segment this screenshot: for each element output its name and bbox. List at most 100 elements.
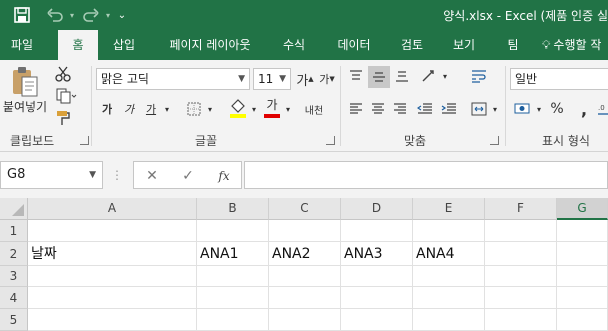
redo-icon[interactable] bbox=[80, 5, 102, 25]
cell-c5[interactable] bbox=[269, 309, 341, 331]
enter-button[interactable]: ✓ bbox=[176, 165, 200, 187]
undo-dropdown-icon[interactable]: ▾ bbox=[66, 5, 78, 25]
row-header-3[interactable]: 3 bbox=[0, 266, 28, 287]
insert-function-button[interactable]: fx bbox=[212, 165, 236, 187]
align-left-icon[interactable] bbox=[346, 98, 366, 120]
cell-f2[interactable] bbox=[485, 242, 557, 266]
fill-color-dropdown-icon[interactable]: ▾ bbox=[248, 98, 260, 120]
grow-font-button[interactable]: 가 ▲ bbox=[296, 69, 314, 89]
cell-c1[interactable] bbox=[269, 220, 341, 242]
align-top-icon[interactable] bbox=[346, 66, 366, 86]
align-middle-icon[interactable] bbox=[368, 66, 390, 88]
cell-e3[interactable] bbox=[413, 266, 485, 287]
cell-g1[interactable] bbox=[557, 220, 608, 242]
number-format-dropdown[interactable]: 일반 bbox=[510, 68, 608, 90]
row-header-4[interactable]: 4 bbox=[0, 287, 28, 309]
font-color-button[interactable]: 가 bbox=[262, 96, 282, 120]
cell-a5[interactable] bbox=[28, 309, 197, 331]
column-header-c[interactable]: C bbox=[269, 198, 341, 220]
orientation-dropdown-icon[interactable]: ▾ bbox=[440, 66, 450, 86]
tab-team[interactable]: 팀 bbox=[498, 30, 528, 60]
cell-c2[interactable]: ANA2 bbox=[269, 242, 341, 266]
save-icon[interactable] bbox=[10, 5, 34, 25]
paste-icon[interactable] bbox=[8, 64, 42, 100]
tab-view[interactable]: 보기 bbox=[446, 30, 482, 60]
align-center-icon[interactable] bbox=[368, 98, 388, 120]
merge-dropdown-icon[interactable]: ▾ bbox=[490, 98, 500, 120]
cell-d3[interactable] bbox=[341, 266, 413, 287]
alignment-launcher-icon[interactable] bbox=[490, 136, 499, 145]
tab-insert[interactable]: 삽입 bbox=[104, 30, 144, 60]
cell-f4[interactable] bbox=[485, 287, 557, 309]
cell-g3[interactable] bbox=[557, 266, 608, 287]
underline-button[interactable]: 가 bbox=[142, 98, 160, 120]
cell-e1[interactable] bbox=[413, 220, 485, 242]
phonetic-button[interactable]: 내천 bbox=[302, 98, 326, 120]
cut-icon[interactable] bbox=[52, 64, 74, 84]
align-right-icon[interactable] bbox=[390, 98, 410, 120]
paste-button[interactable]: 붙여넣기 bbox=[0, 98, 50, 114]
undo-icon[interactable] bbox=[44, 5, 66, 25]
redo-dropdown-icon[interactable]: ▾ bbox=[102, 5, 114, 25]
cell-d5[interactable] bbox=[341, 309, 413, 331]
italic-button[interactable]: 가 bbox=[120, 98, 138, 120]
cell-g4[interactable] bbox=[557, 287, 608, 309]
cell-e4[interactable] bbox=[413, 287, 485, 309]
cell-g5[interactable] bbox=[557, 309, 608, 331]
accounting-format-icon[interactable] bbox=[512, 98, 534, 120]
clipboard-launcher-icon[interactable] bbox=[80, 136, 89, 145]
underline-dropdown-icon[interactable]: ▾ bbox=[161, 98, 173, 120]
tell-me-search[interactable]: 💡︎ 수행할 작 bbox=[542, 30, 608, 60]
cell-b2[interactable]: ANA1 bbox=[197, 242, 269, 266]
cell-a4[interactable] bbox=[28, 287, 197, 309]
wrap-text-icon[interactable] bbox=[468, 66, 490, 86]
column-header-f[interactable]: F bbox=[485, 198, 557, 220]
tab-file[interactable]: 파일 bbox=[0, 30, 44, 60]
font-color-dropdown-icon[interactable]: ▾ bbox=[282, 98, 294, 120]
cell-e5[interactable] bbox=[413, 309, 485, 331]
decrease-indent-icon[interactable] bbox=[414, 98, 436, 120]
cell-b1[interactable] bbox=[197, 220, 269, 242]
cell-f1[interactable] bbox=[485, 220, 557, 242]
column-header-g[interactable]: G bbox=[557, 198, 608, 220]
font-name-dropdown[interactable]: 맑은 고딕 ▼ bbox=[96, 68, 250, 90]
fill-color-icon[interactable] bbox=[228, 96, 248, 120]
bold-button[interactable]: 가 bbox=[98, 98, 116, 120]
cell-f3[interactable] bbox=[485, 266, 557, 287]
tab-page-layout[interactable]: 페이지 레이아웃 bbox=[160, 30, 260, 60]
comma-style-button[interactable]: , bbox=[574, 98, 594, 120]
font-launcher-icon[interactable] bbox=[326, 136, 335, 145]
cell-e2[interactable]: ANA4 bbox=[413, 242, 485, 266]
cell-d4[interactable] bbox=[341, 287, 413, 309]
cell-a3[interactable] bbox=[28, 266, 197, 287]
font-size-dropdown[interactable]: 11 ▼ bbox=[253, 68, 291, 90]
increase-indent-icon[interactable] bbox=[438, 98, 460, 120]
cell-a2[interactable]: 날짜 bbox=[28, 242, 197, 266]
percent-button[interactable]: % bbox=[546, 98, 568, 120]
border-icon[interactable] bbox=[184, 98, 204, 120]
customize-qat-icon[interactable]: ⌄ bbox=[114, 5, 130, 25]
format-painter-icon[interactable] bbox=[52, 108, 74, 128]
tab-formulas[interactable]: 수식 bbox=[276, 30, 312, 60]
cell-c3[interactable] bbox=[269, 266, 341, 287]
drag-handle-icon[interactable]: ⋮ bbox=[110, 168, 124, 182]
cell-f5[interactable] bbox=[485, 309, 557, 331]
align-bottom-icon[interactable] bbox=[392, 66, 412, 86]
copy-icon[interactable] bbox=[52, 86, 80, 106]
cell-a1[interactable] bbox=[28, 220, 197, 242]
name-box[interactable]: G8 ▼ bbox=[0, 161, 103, 189]
merge-center-icon[interactable] bbox=[468, 98, 490, 120]
cell-d2[interactable]: ANA3 bbox=[341, 242, 413, 266]
row-header-2[interactable]: 2 bbox=[0, 242, 28, 266]
border-dropdown-icon[interactable]: ▾ bbox=[204, 98, 216, 120]
shrink-font-button[interactable]: 가 ▼ bbox=[318, 69, 336, 89]
increase-decimal-icon[interactable]: .0 bbox=[596, 98, 608, 120]
row-header-1[interactable]: 1 bbox=[0, 220, 28, 242]
tab-data[interactable]: 데이터 bbox=[330, 30, 378, 60]
column-header-b[interactable]: B bbox=[197, 198, 269, 220]
tab-home[interactable]: 홈 bbox=[58, 30, 98, 60]
cell-b5[interactable] bbox=[197, 309, 269, 331]
cell-b4[interactable] bbox=[197, 287, 269, 309]
orientation-icon[interactable] bbox=[418, 66, 440, 86]
row-header-5[interactable]: 5 bbox=[0, 309, 28, 331]
